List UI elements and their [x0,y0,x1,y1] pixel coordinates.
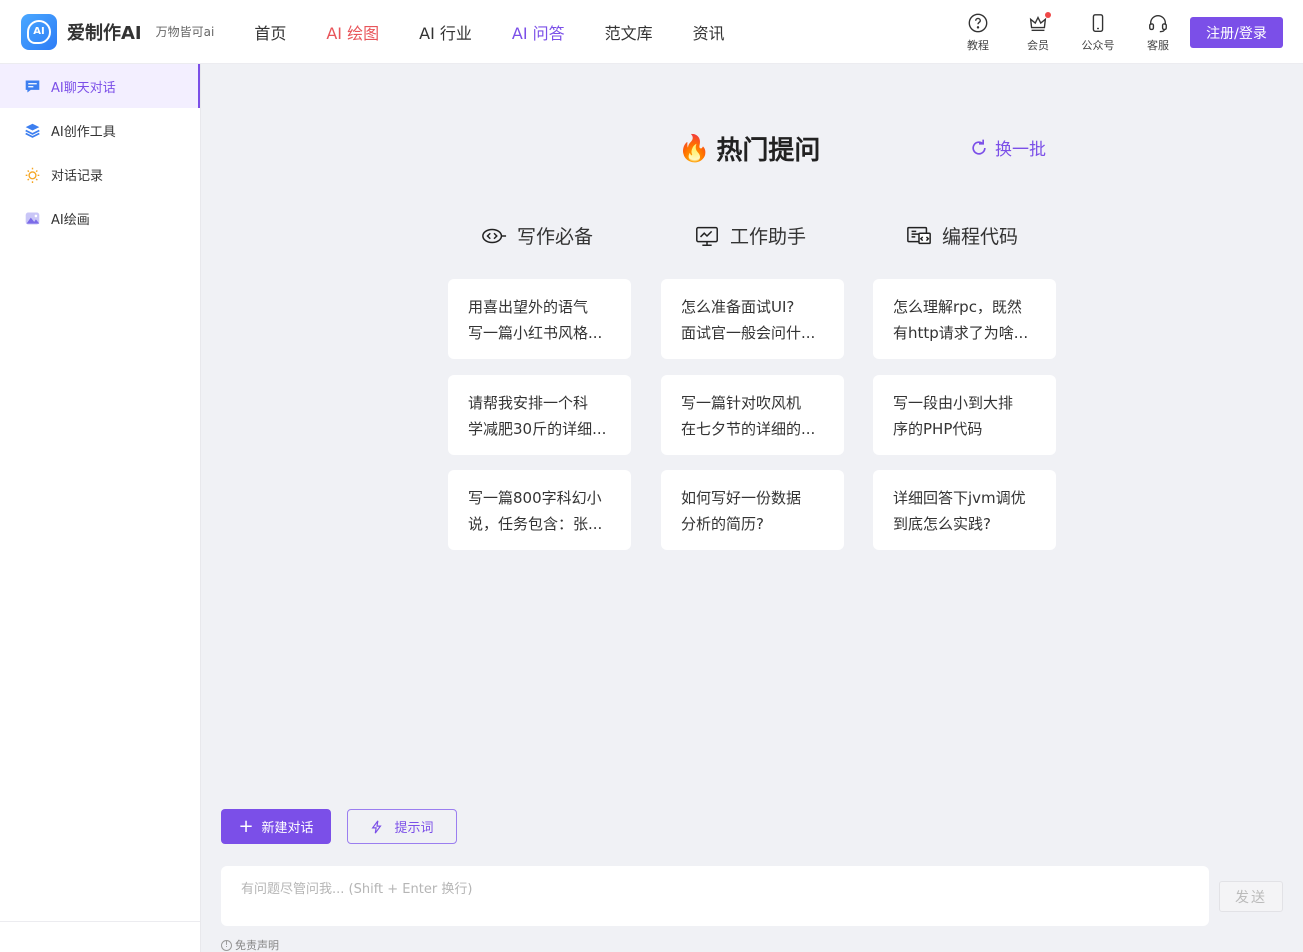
sidebar-footer [0,921,200,952]
sidebar-item-ai-tools[interactable]: AI创作工具 [0,108,200,152]
nav-ai-qa[interactable]: AI 问答 [512,20,565,44]
refresh-label: 换一批 [995,140,1046,160]
monitor-icon [696,226,718,246]
card-line: 序的PHP代码 [893,420,983,438]
new-chat-label: 新建对话 [261,821,314,836]
question-card[interactable]: 请帮我安排一个科 学减肥30斤的详细... [448,375,631,455]
chat-input-container [221,866,1209,926]
card-line: 分析的简历? [681,515,764,533]
nav-ai-industry[interactable]: AI 行业 [419,20,472,44]
sidebar-item-history[interactable]: 对话记录 [0,152,200,196]
question-card[interactable]: 写一篇针对吹风机 在七夕节的详细的... [661,375,844,455]
card-line: 写一段由小到大排 [893,394,1014,412]
refresh-icon [972,139,986,155]
tool-tutorial[interactable]: 教程 [948,12,1008,53]
card-line: 到底怎么实践? [893,515,991,533]
tool-customer-service-label: 客服 [1147,39,1169,52]
layers-icon [25,123,40,138]
question-card[interactable]: 用喜出望外的语气 写一篇小红书风格... [448,279,631,359]
sidebar-item-label: AI聊天对话 [51,80,116,96]
help-circle-icon [968,13,988,33]
nav-templates[interactable]: 范文库 [605,20,653,44]
app-slogan: 万物皆可ai [155,25,215,39]
sidebar-item-ai-chat[interactable]: AI聊天对话 [0,64,200,108]
top-header: AI 爱制作AI 万物皆可ai 首页 AI 绘图 AI 行业 AI 问答 范文库… [0,0,1303,64]
send-button[interactable]: 发送 [1219,881,1283,912]
sidebar-item-label: AI绘画 [51,212,90,228]
sidebar-item-label: 对话记录 [51,168,104,184]
card-line: 有http请求了为啥... [893,324,1029,342]
column-title: 写作必备 [517,226,594,248]
logo-icon: AI [21,13,57,50]
question-card[interactable]: 写一段由小到大排 序的PHP代码 [873,375,1056,455]
tool-official-account-label: 公众号 [1081,39,1115,52]
card-line: 学减肥30斤的详细... [468,420,607,438]
sidebar: AI聊天对话 AI创作工具 对话记录 AI绘画 [0,64,201,952]
nav-ai-drawing[interactable]: AI 绘图 [326,20,379,44]
question-card[interactable]: 怎么理解rpc，既然 有http请求了为啥... [873,279,1056,359]
question-card[interactable]: 怎么准备面试UI? 面试官一般会问什... [661,279,844,359]
column-title: 编程代码 [942,226,1019,248]
logo[interactable]: AI 爱制作AI 万物皆可ai [21,13,215,50]
main-nav: 首页 AI 绘图 AI 行业 AI 问答 范文库 资讯 [254,20,764,44]
card-line: 写一篇800字科幻小 [468,489,602,507]
notification-dot [1045,12,1051,18]
column-code: 编程代码 [906,222,1018,249]
card-line: 详细回答下jvm调优 [893,489,1026,507]
column-work: 工作助手 [694,222,806,249]
logo-mark: AI [27,19,51,44]
login-register-button[interactable]: 注册/登录 [1190,17,1283,48]
tool-tutorial-label: 教程 [967,39,989,52]
card-line: 用喜出望外的语气 [468,298,589,316]
image-icon [25,212,40,224]
tool-membership-label: 会员 [1027,39,1049,52]
tool-official-account[interactable]: 公众号 [1068,12,1128,53]
refresh-button[interactable]: 换一批 [969,135,1046,160]
disclaimer-label: 免责声明 [235,939,279,952]
prompt-label: 提示词 [394,821,434,836]
card-line: 在七夕节的详细的... [681,420,816,438]
chat-icon [25,80,40,92]
question-card[interactable]: 写一篇800字科幻小 说，任务包含：张... [448,470,631,550]
sidebar-item-label: AI创作工具 [51,124,116,140]
card-line: 如何写好一份数据 [681,489,802,507]
sun-icon [25,167,40,183]
pen-icon [482,228,507,243]
disclaimer-link[interactable]: ! 免责声明 [221,937,279,952]
card-line: 请帮我安排一个科 [468,394,589,412]
phone-icon [1092,14,1104,32]
chat-input[interactable] [241,878,1189,914]
card-line: 说，任务包含：张... [468,515,603,533]
card-line: 写一篇小红书风格... [468,324,603,342]
headset-icon [1149,15,1167,33]
lightning-icon [371,820,383,833]
header-tools: 教程 会员 公众号 客服 [948,12,1188,53]
plus-icon: + [238,815,254,837]
tool-customer-service[interactable]: 客服 [1128,12,1188,53]
sidebar-item-ai-painting[interactable]: AI绘画 [0,196,200,240]
column-writing: 写作必备 [481,222,593,249]
nav-news[interactable]: 资讯 [693,20,725,44]
hot-questions-title: 热门提问 [716,136,821,166]
card-line: 面试官一般会问什... [681,324,816,342]
card-line: 怎么理解rpc，既然 [893,298,1022,316]
tool-membership[interactable]: 会员 [1008,12,1068,53]
app-name: 爱制作AI [67,22,142,44]
question-card[interactable]: 详细回答下jvm调优 到底怎么实践? [873,470,1056,550]
column-title: 工作助手 [730,226,807,248]
new-chat-button[interactable]: + 新建对话 [221,809,331,844]
question-card[interactable]: 如何写好一份数据 分析的简历? [661,470,844,550]
code-icon [907,226,931,244]
card-line: 怎么准备面试UI? [681,298,795,316]
info-icon: ! [221,939,232,951]
hot-questions-heading: 🔥 热门提问 [678,130,820,167]
fire-icon: 🔥 [678,133,711,164]
card-line: 写一篇针对吹风机 [681,394,802,412]
nav-home[interactable]: 首页 [254,20,286,44]
prompt-button[interactable]: 提示词 [347,809,457,844]
